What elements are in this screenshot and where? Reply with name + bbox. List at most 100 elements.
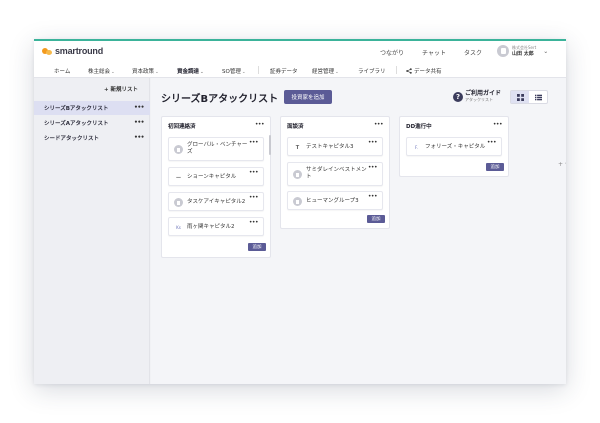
menu-library[interactable]: ライブラリ: [358, 67, 386, 75]
building-shape: [296, 199, 299, 204]
ks-logo-icon: Ks: [176, 225, 181, 230]
menu-capital-policy[interactable]: 資本政策⌄: [132, 67, 159, 75]
more-icon[interactable]: •••: [249, 139, 259, 146]
chevron-down-icon: ⌄: [543, 47, 549, 55]
menu-fundraising[interactable]: 資金調達⌄: [177, 67, 204, 75]
dash-logo-icon: —: [176, 174, 181, 181]
column-title: 面談済: [287, 124, 304, 130]
top-nav: つながり チャット タスク: [380, 48, 482, 57]
investor-name: テストキャピタル3: [306, 144, 354, 150]
building-shape: [296, 172, 299, 177]
menu-shareholders-meeting[interactable]: 株主総会⌄: [88, 67, 115, 75]
sidebar: + 新規リスト シリーズBアタックリスト ••• シリーズAアタックリスト ••…: [34, 78, 150, 384]
logo[interactable]: smartround: [42, 46, 103, 56]
guide-subtitle: アタックリスト: [465, 97, 493, 102]
board-view-button[interactable]: [511, 91, 529, 103]
more-icon[interactable]: •••: [368, 164, 378, 171]
user-menu[interactable]: 株式会社Sert 山田 太郎 ⌄: [497, 45, 548, 57]
investor-card[interactable]: グローバル・ベンチャーズ •••: [168, 137, 264, 161]
investor-name: ヒューマングループ3: [306, 198, 359, 204]
menu-label: 証券データ: [270, 69, 298, 75]
nav-chat[interactable]: チャット: [422, 48, 446, 57]
menu-label: 資本政策: [132, 69, 155, 75]
kanban-column-meeting-done: 面談済 ••• T テストキャピタル3 ••• サミダレインベストメント •••…: [280, 116, 390, 229]
investor-card[interactable]: F. フォリーズ・キャピタル •••: [406, 137, 502, 156]
more-icon[interactable]: •••: [134, 119, 145, 126]
investor-card[interactable]: ヒューマングループ3 •••: [287, 191, 383, 210]
menu-securities-data[interactable]: 証券データ: [270, 67, 298, 75]
add-card-button[interactable]: 追加: [486, 163, 504, 171]
investor-name: サミダレインベストメント: [306, 167, 367, 180]
menu-label: ライブラリ: [358, 69, 386, 75]
f-logo-icon: F.: [415, 145, 418, 150]
investor-card[interactable]: T テストキャピタル3 •••: [287, 137, 383, 156]
sidebar-item-label: シリーズAアタックリスト: [44, 121, 109, 127]
investor-card[interactable]: タスケアイキャピタル2 •••: [168, 192, 264, 211]
chevron-down-icon: ⌄: [335, 70, 339, 75]
more-icon[interactable]: •••: [368, 139, 378, 146]
nav-tasks[interactable]: タスク: [464, 48, 482, 57]
more-icon[interactable]: •••: [255, 121, 265, 128]
list-view-button[interactable]: [529, 91, 547, 103]
menu-home[interactable]: ホーム: [54, 67, 70, 75]
menu-divider: [258, 66, 259, 74]
user-name: 山田 太郎: [512, 51, 534, 57]
usage-guide-link[interactable]: ? ご利用ガイド アタックリスト: [453, 91, 501, 102]
guide-title: ご利用ガイド: [465, 90, 502, 97]
building-shape: [177, 147, 180, 152]
new-list-button[interactable]: + 新規リスト: [104, 85, 138, 93]
building-icon: [500, 48, 506, 54]
add-card-button[interactable]: 追加: [248, 243, 266, 251]
more-icon[interactable]: •••: [249, 194, 259, 201]
menu-divider: [396, 66, 397, 74]
sidebar-item-seed[interactable]: シードアタックリスト •••: [34, 131, 150, 145]
investor-card[interactable]: — ショーンキャピタル •••: [168, 167, 264, 186]
more-icon[interactable]: •••: [249, 169, 259, 176]
menu-label: ホーム: [54, 69, 71, 75]
add-investor-button[interactable]: 投資家を追加: [284, 90, 332, 104]
menu-label: 株主総会: [88, 69, 111, 75]
sidebar-item-label: シードアタックリスト: [44, 136, 100, 142]
building-icon: [174, 198, 183, 207]
kanban-column-first-contact: 初回連絡済 ••• グローバル・ベンチャーズ ••• — ショーンキャピタル •…: [161, 116, 271, 258]
investor-card[interactable]: Ks 雨ヶ関キャピタル2 •••: [168, 217, 264, 236]
investor-name: フォリーズ・キャピタル: [425, 144, 486, 150]
more-icon[interactable]: •••: [134, 134, 145, 141]
sidebar-item-label: シリーズBアタックリスト: [44, 106, 109, 112]
menu-data-sharing[interactable]: データ共有: [406, 67, 442, 75]
investor-name: タスケアイキャピタル2: [187, 199, 246, 205]
menu-label: データ共有: [414, 69, 442, 75]
help-icon: ?: [453, 91, 463, 102]
sidebar-item-series-a[interactable]: シリーズAアタックリスト •••: [34, 116, 150, 130]
more-icon[interactable]: •••: [487, 139, 497, 146]
top-bar: smartround つながり チャット タスク 株式会社Sert 山田 太郎 …: [34, 39, 566, 63]
menu-management[interactable]: 経営管理⌄: [312, 67, 339, 75]
logo-mark-icon: [42, 47, 52, 56]
add-section-button[interactable]: + セクション: [558, 159, 566, 168]
column-title: DD進行中: [406, 124, 432, 130]
investor-name: ショーンキャピタル: [187, 174, 237, 180]
main-area: シリーズBアタックリスト 投資家を追加 ? ご利用ガイド アタックリスト 初回連…: [151, 78, 566, 384]
logo-text: smartround: [55, 46, 104, 56]
menu-label: 資金調達: [177, 69, 200, 75]
investor-name: 雨ヶ関キャピタル2: [187, 224, 235, 230]
more-icon[interactable]: •••: [249, 219, 259, 226]
building-icon: [293, 170, 302, 179]
more-icon[interactable]: •••: [374, 121, 384, 128]
list-icon: [534, 94, 542, 100]
menu-label: SO管理: [222, 69, 241, 75]
building-shape: [177, 200, 180, 205]
chevron-down-icon: ⌄: [200, 70, 204, 75]
nav-connections[interactable]: つながり: [380, 48, 404, 57]
building-icon: [174, 145, 183, 154]
add-card-button[interactable]: 追加: [367, 215, 385, 223]
investor-card[interactable]: サミダレインベストメント •••: [287, 162, 383, 186]
sidebar-item-series-b[interactable]: シリーズBアタックリスト •••: [34, 101, 150, 115]
chevron-down-icon: ⌄: [111, 70, 115, 75]
more-icon[interactable]: •••: [368, 193, 378, 200]
menu-label: 経営管理: [312, 69, 335, 75]
more-icon[interactable]: •••: [134, 104, 145, 111]
menu-so-management[interactable]: SO管理⌄: [222, 67, 246, 75]
more-icon[interactable]: •••: [493, 121, 503, 128]
scrollbar[interactable]: [269, 135, 271, 155]
